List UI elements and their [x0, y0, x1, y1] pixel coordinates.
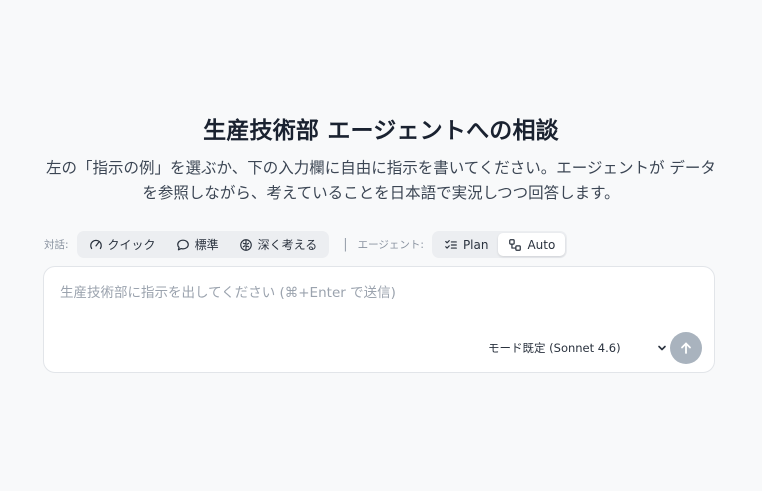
mode-deep-think-button[interactable]: 深く考える [229, 233, 328, 256]
chevron-down-icon [656, 342, 668, 354]
agent-mode-group: Plan Auto [431, 231, 568, 258]
agent-plan-button[interactable]: Plan [434, 233, 499, 256]
page-title: 生産技術部 エージェントへの相談 [203, 118, 559, 144]
brain-icon [239, 238, 253, 252]
agent-label: エージェント: [357, 239, 424, 251]
prompt-box: モード既定 (Sonnet 4.6) [43, 266, 715, 373]
checklist-icon [444, 238, 458, 252]
workflow-icon [508, 238, 522, 252]
chat-bubble-icon [176, 238, 190, 252]
agent-auto-button[interactable]: Auto [498, 233, 566, 256]
page-subtitle: 左の「指示の例」を選ぶか、下の入力欄に自由に指示を書いてください。エージェントが… [46, 159, 716, 202]
mode-quick-button[interactable]: クイック [79, 233, 166, 256]
model-select-value: モード既定 (Sonnet 4.6) [488, 341, 621, 355]
mode-standard-button[interactable]: 標準 [166, 233, 229, 256]
dialog-mode-group: クイック 標準 深く考える [76, 231, 330, 258]
chat-page: 生産技術部 エージェントへの相談 左の「指示の例」を選ぶか、下の入力欄に自由に指… [0, 0, 762, 491]
model-select[interactable]: モード既定 (Sonnet 4.6) [488, 339, 668, 357]
mode-standard-label: 標準 [194, 238, 219, 252]
mode-deep-think-label: 深く考える [257, 238, 318, 252]
arrow-up-icon [679, 341, 693, 355]
send-button[interactable] [670, 332, 702, 364]
mode-quick-label: クイック [107, 238, 156, 252]
agent-auto-label: Auto [527, 237, 556, 252]
toolbar-separator: | [343, 237, 348, 252]
dialog-label: 対話: [44, 239, 69, 251]
gauge-icon [89, 238, 103, 252]
agent-plan-label: Plan [462, 237, 489, 252]
prompt-input[interactable] [60, 281, 680, 321]
mode-toolbar: 対話: クイック 標準 深く考える | エージェント: Plan Auto [44, 231, 568, 258]
